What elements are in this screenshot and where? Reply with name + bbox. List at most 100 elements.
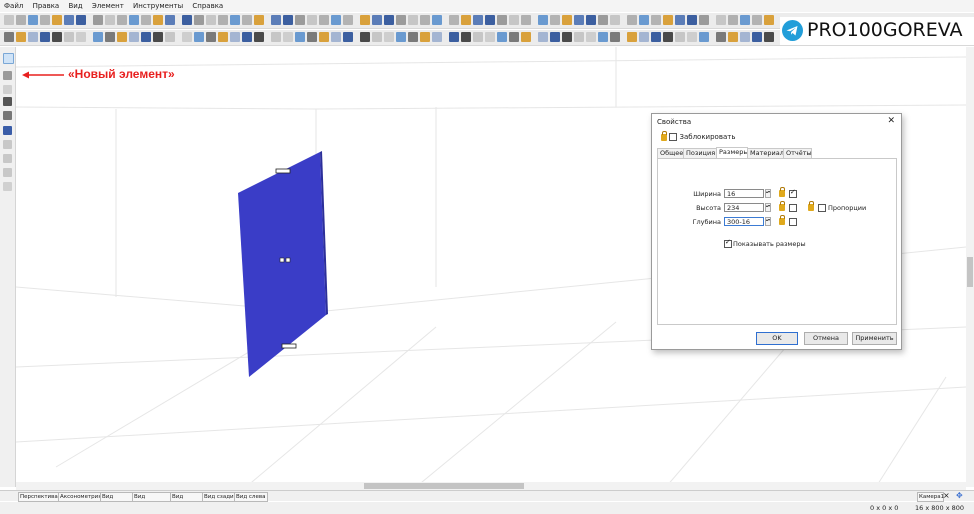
select-tool-icon[interactable] (3, 53, 14, 64)
toolbar-icon[interactable] (129, 15, 139, 25)
tab-right-view[interactable]: Вид справа (170, 492, 204, 508)
toolbar-icon[interactable] (141, 15, 151, 25)
toolbar-icon[interactable] (40, 32, 50, 42)
toolbar-icon[interactable] (473, 32, 483, 42)
toolbar-icon[interactable] (283, 32, 293, 42)
toolbar-icon[interactable] (461, 15, 471, 25)
toolbar-icon[interactable] (586, 32, 596, 42)
toolbar-icon[interactable] (728, 15, 738, 25)
menu-edit[interactable]: Правка (33, 0, 60, 12)
toolbar-icon[interactable] (687, 15, 697, 25)
toolbar-icon[interactable] (586, 15, 596, 25)
toolbar-icon[interactable] (716, 32, 726, 42)
tab-front-view[interactable]: Вид спереди (132, 492, 172, 508)
toolbar-icon[interactable] (16, 32, 26, 42)
toolbar-icon[interactable] (93, 15, 103, 25)
tool-icon[interactable] (3, 85, 12, 94)
toolbar-icon[interactable] (740, 32, 750, 42)
tab-axonometry[interactable]: Аксонометрия (58, 492, 102, 502)
toolbar-icon[interactable] (254, 15, 264, 25)
horizontal-scroll-thumb[interactable] (364, 483, 524, 489)
toolbar-icon[interactable] (360, 15, 370, 25)
toolbar-icon[interactable] (521, 32, 531, 42)
toolbar-icon[interactable] (343, 32, 353, 42)
toolbar-icon[interactable] (283, 15, 293, 25)
toolbar-icon[interactable] (497, 15, 507, 25)
menu-help[interactable]: Справка (192, 0, 223, 12)
menu-view[interactable]: Вид (68, 0, 82, 12)
toolbar-icon[interactable] (675, 15, 685, 25)
toolbar-icon[interactable] (639, 15, 649, 25)
height-lock-icon[interactable] (779, 201, 785, 211)
toolbar-icon[interactable] (105, 15, 115, 25)
toolbar-icon[interactable] (485, 15, 495, 25)
toolbar-icon[interactable] (230, 15, 240, 25)
toolbar-icon[interactable] (254, 32, 264, 42)
toolbar-icon[interactable] (307, 32, 317, 42)
toolbar-icon[interactable] (384, 15, 394, 25)
toolbar-icon[interactable] (461, 32, 471, 42)
tool-icon[interactable] (3, 140, 12, 149)
toolbar-icon[interactable] (396, 15, 406, 25)
lock-checkbox[interactable] (669, 133, 678, 141)
tab-perspective[interactable]: Перспектива (18, 492, 60, 502)
new-element-icon[interactable] (3, 71, 12, 80)
toolbar-icon[interactable] (319, 15, 329, 25)
toolbar-icon[interactable] (372, 32, 382, 42)
toolbar-icon[interactable] (627, 32, 637, 42)
toolbar-icon[interactable] (16, 15, 26, 25)
tool-icon[interactable] (3, 168, 12, 177)
toolbar-icon[interactable] (206, 15, 216, 25)
toolbar-icon[interactable] (384, 32, 394, 42)
toolbar-icon[interactable] (182, 32, 192, 42)
toolbar-icon[interactable] (574, 32, 584, 42)
tab-reports[interactable]: Отчёты (783, 148, 812, 158)
toolbar-icon[interactable] (716, 15, 726, 25)
toolbar-icon[interactable] (117, 15, 127, 25)
tab-position[interactable]: Позиция (683, 148, 717, 158)
toolbar-icon[interactable] (687, 32, 697, 42)
menu-element[interactable]: Элемент (92, 0, 124, 12)
depth-input[interactable]: 300-16 (724, 217, 764, 226)
toolbar-icon[interactable] (372, 15, 382, 25)
menu-file[interactable]: Файл (4, 0, 23, 12)
toolbar-icon[interactable] (550, 32, 560, 42)
toolbar-icon[interactable] (64, 15, 74, 25)
toolbar-icon[interactable] (165, 15, 175, 25)
toolbar-icon[interactable] (28, 32, 38, 42)
tab-top-view[interactable]: Вид сверху (100, 492, 134, 508)
toolbar-icon[interactable] (28, 15, 38, 25)
toolbar-icon[interactable] (420, 15, 430, 25)
toolbar-icon[interactable] (485, 32, 495, 42)
toolbar-icon[interactable] (449, 15, 459, 25)
toolbar-icon[interactable] (562, 15, 572, 25)
tool-icon[interactable] (3, 126, 12, 135)
toolbar-icon[interactable] (360, 32, 370, 42)
toolbar-icon[interactable] (76, 15, 86, 25)
apply-button[interactable]: Применить (852, 332, 897, 345)
tab-dimensions[interactable]: Размеры (716, 147, 749, 158)
toolbar-icon[interactable] (117, 32, 127, 42)
toolbar-icon[interactable] (598, 32, 608, 42)
depth-checkbox[interactable] (789, 218, 797, 226)
toolbar-icon[interactable] (699, 32, 709, 42)
horizontal-scrollbar[interactable] (16, 482, 966, 490)
toolbar-icon[interactable] (271, 32, 281, 42)
toolbar-icon[interactable] (153, 15, 163, 25)
toolbar-icon[interactable] (449, 32, 459, 42)
toolbar-icon[interactable] (343, 15, 353, 25)
toolbar-icon[interactable] (218, 32, 228, 42)
toolbar-icon[interactable] (141, 32, 151, 42)
eyedropper-icon[interactable] (3, 97, 12, 106)
toolbar-icon[interactable] (194, 15, 204, 25)
proportions-checkbox[interactable] (818, 204, 826, 212)
tool-icon[interactable] (3, 154, 12, 163)
tab-material[interactable]: Материал (747, 148, 784, 158)
toolbar-icon[interactable] (230, 32, 240, 42)
depth-lock-icon[interactable] (779, 215, 785, 225)
toolbar-icon[interactable] (574, 15, 584, 25)
cancel-button[interactable]: Отмена (804, 332, 848, 345)
toolbar-icon[interactable] (663, 32, 673, 42)
toolbar-icon[interactable] (408, 15, 418, 25)
toolbar-icon[interactable] (129, 32, 139, 42)
